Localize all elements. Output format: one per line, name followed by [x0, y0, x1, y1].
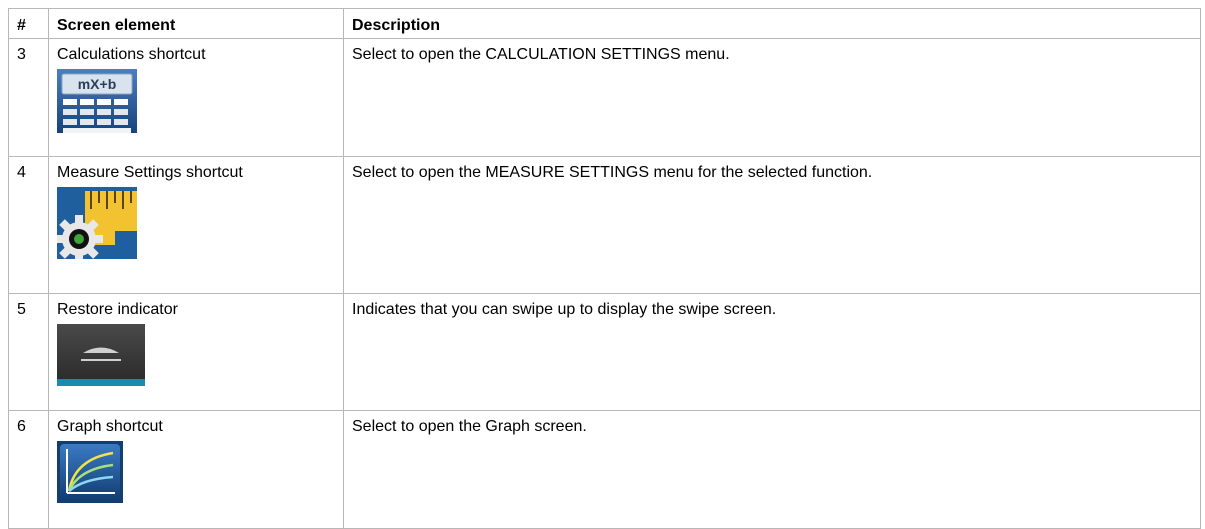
- screen-element-label: Graph shortcut: [57, 418, 163, 435]
- calculator-icon-text: mX+b: [78, 76, 117, 92]
- header-description: Description: [343, 8, 1201, 39]
- calculator-icon: mX+b: [57, 69, 335, 133]
- header-number: #: [8, 8, 49, 39]
- table-header-row: # Screen element Description: [8, 8, 1201, 39]
- description-cell: Indicates that you can swipe up to displ…: [343, 293, 1201, 411]
- header-screen-element: Screen element: [48, 8, 344, 39]
- screen-element-label: Restore indicator: [57, 301, 178, 318]
- screen-elements-table: # Screen element Description 3 Calculati…: [8, 8, 1201, 529]
- table-row: 3 Calculations shortcut mX+b Select to o…: [8, 38, 1201, 157]
- row-number: 6: [8, 410, 49, 529]
- screen-element-cell: Graph shortcut: [48, 410, 344, 529]
- screen-element-label: Measure Settings shortcut: [57, 164, 243, 181]
- description-cell: Select to open the Graph screen.: [343, 410, 1201, 529]
- screen-element-cell: Measure Settings shortcut: [48, 156, 344, 294]
- table-row: 6 Graph shortcut Select to open the Grap…: [8, 410, 1201, 529]
- screen-element-cell: Calculations shortcut mX+b: [48, 38, 344, 157]
- row-number: 4: [8, 156, 49, 294]
- ruler-gear-icon: [57, 187, 335, 259]
- row-number: 3: [8, 38, 49, 157]
- row-number: 5: [8, 293, 49, 411]
- description-cell: Select to open the CALCULATION SETTINGS …: [343, 38, 1201, 157]
- description-cell: Select to open the MEASURE SETTINGS menu…: [343, 156, 1201, 294]
- screen-element-label: Calculations shortcut: [57, 46, 206, 63]
- swipe-up-indicator-icon: [57, 324, 335, 386]
- table-row: 5 Restore indicator Indicates that you c…: [8, 293, 1201, 411]
- graph-icon: [57, 441, 335, 503]
- table-row: 4 Measure Settings shortcut Select to op…: [8, 156, 1201, 294]
- screen-element-cell: Restore indicator: [48, 293, 344, 411]
